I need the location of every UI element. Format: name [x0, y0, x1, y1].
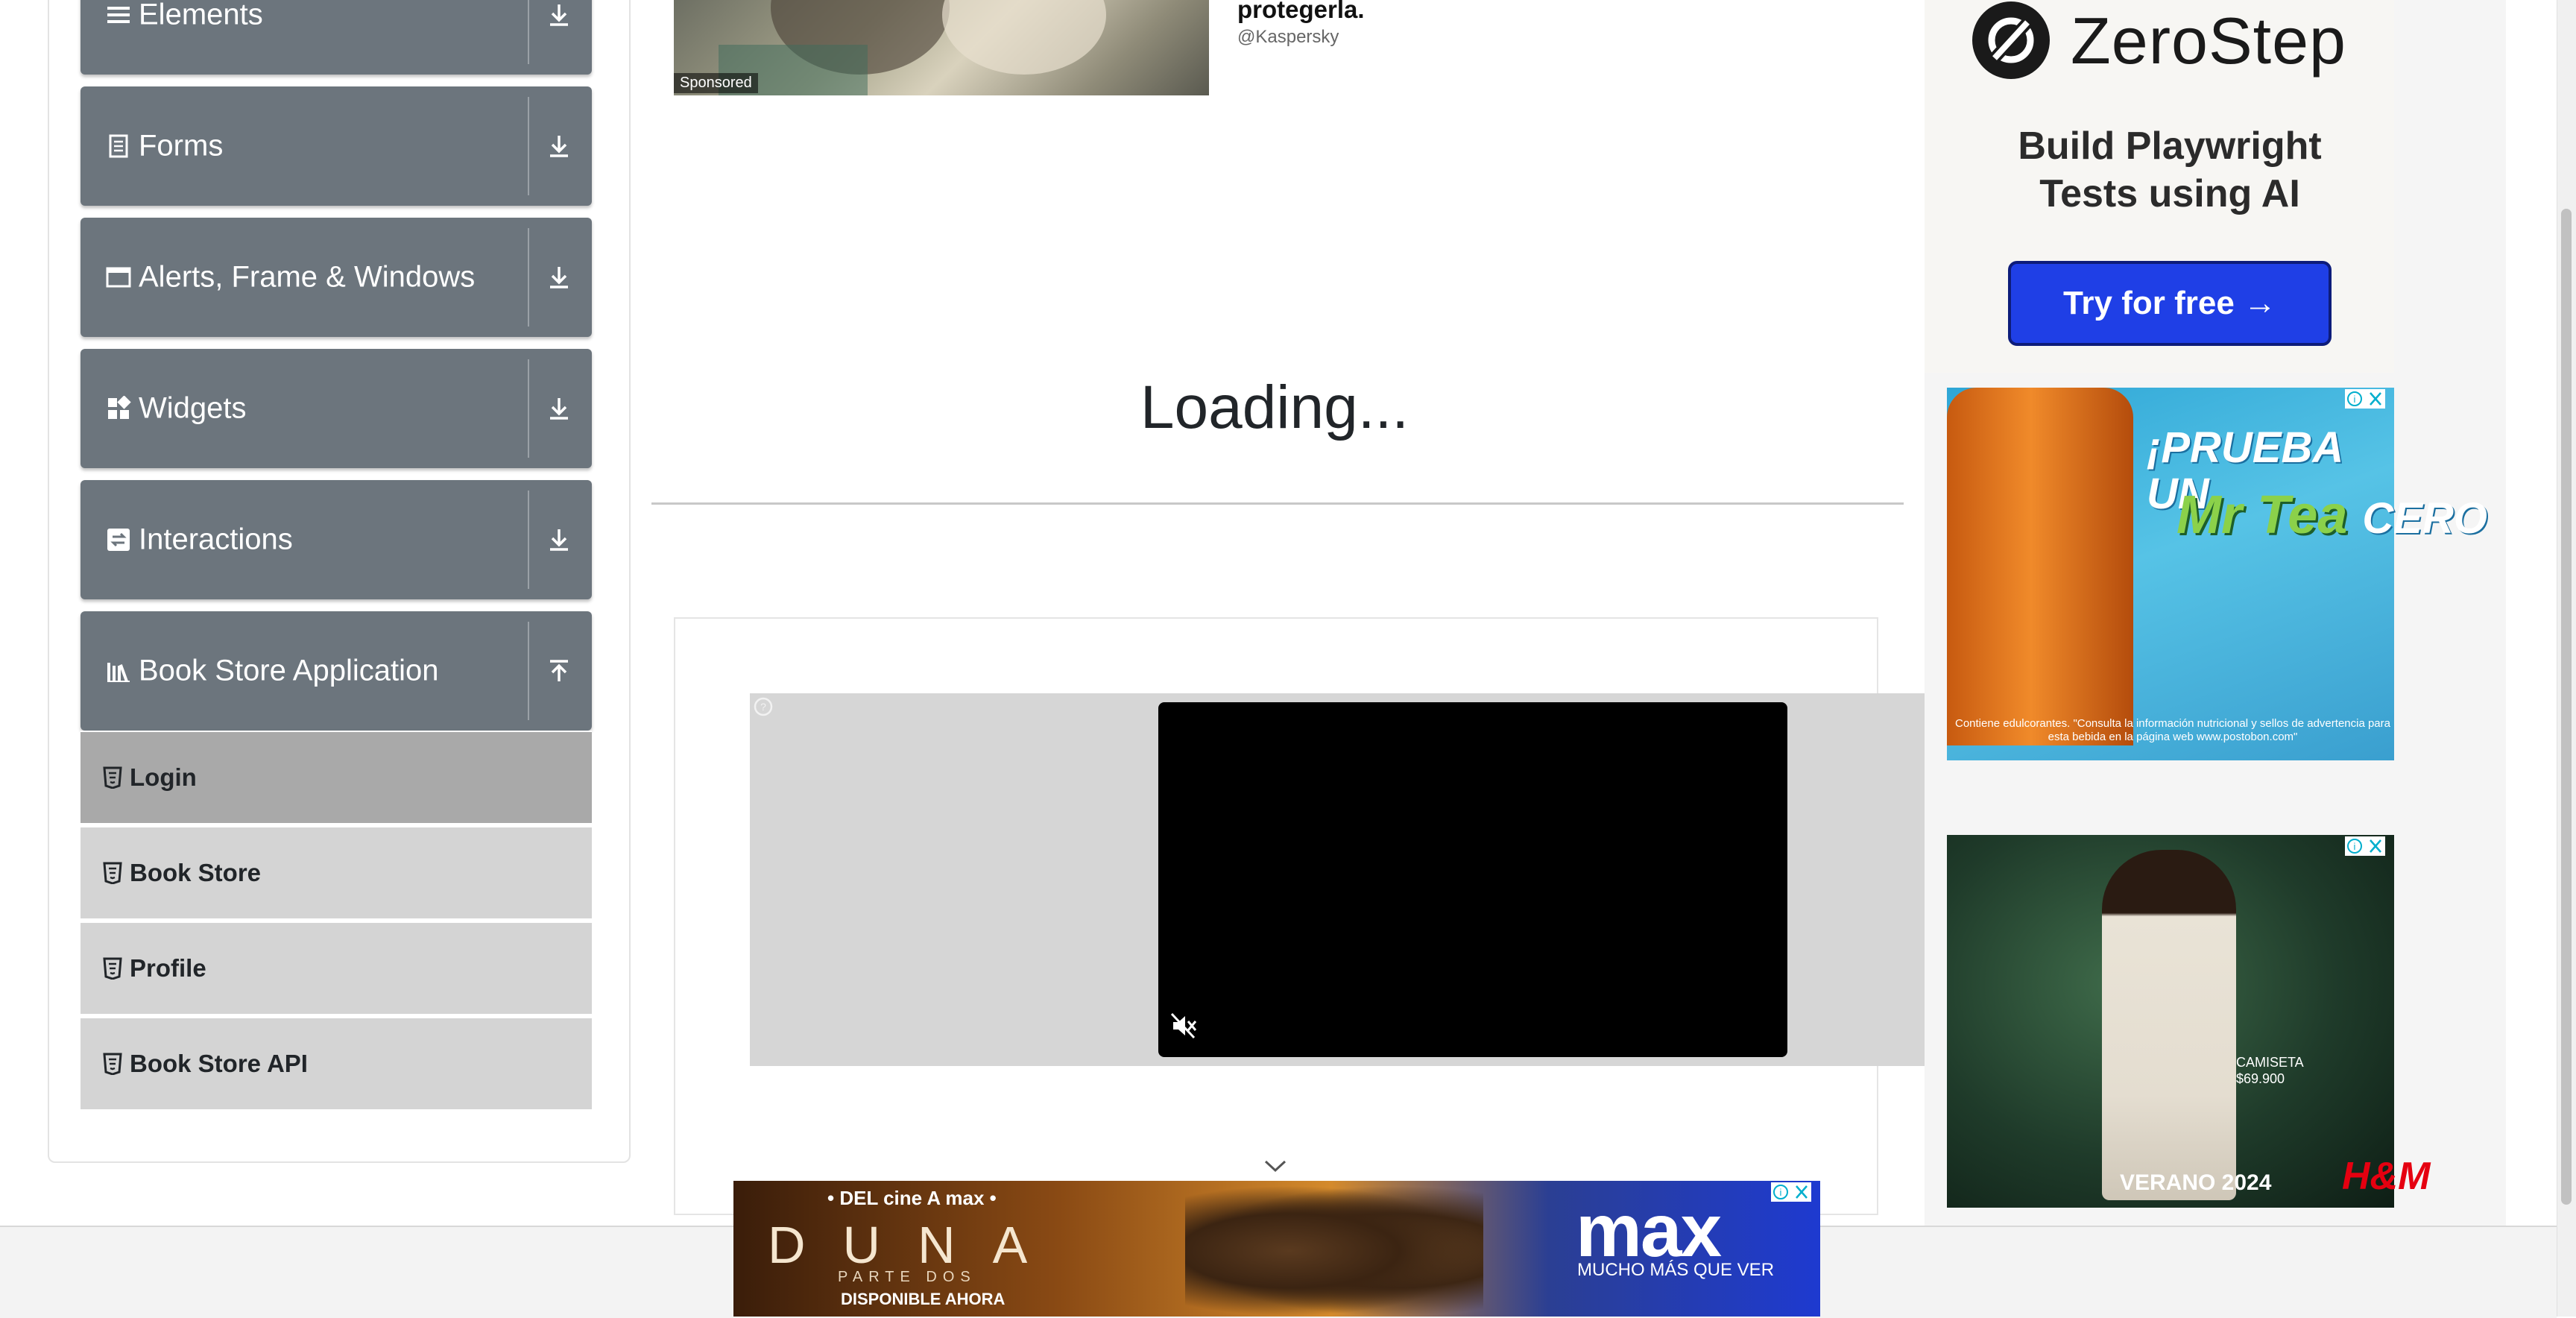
banner-top-text: • DEL cine A max •	[827, 1187, 997, 1209]
banner-subtitle: PARTE DOS	[838, 1269, 976, 1285]
sidebar-group-alerts[interactable]: Alerts, Frame & Windows	[80, 218, 592, 337]
svg-text:i: i	[1780, 1187, 1782, 1198]
books-icon	[107, 663, 130, 682]
sponsored-label: Sponsored	[674, 73, 758, 93]
sidebar-group-widgets[interactable]: Widgets	[80, 349, 592, 468]
sidebar-item-label: Book Store	[130, 859, 262, 886]
banner-brand-tagline: MUCHO MÁS QUE VER	[1577, 1260, 1775, 1280]
promo-handle[interactable]: @Kaspersky	[1237, 27, 1339, 48]
sidebar-item-label: Login	[130, 763, 197, 791]
upload-arrow-icon[interactable]	[544, 656, 574, 686]
sidebar-item-login[interactable]: Login	[80, 731, 592, 823]
svg-text:?: ?	[760, 701, 766, 713]
sidebar-group-label: Elements	[139, 0, 263, 31]
document-icon	[109, 134, 128, 158]
scrollbar-thumb[interactable]	[2561, 209, 2572, 1205]
zerostep-logo-icon	[1972, 1, 2050, 79]
sidebar-group-forms[interactable]: Forms	[80, 86, 592, 206]
window-icon	[106, 267, 131, 288]
divider	[528, 622, 529, 720]
tea-ad-disclaimer: Contiene edulcorantes. "Consulta la info…	[1955, 717, 2390, 743]
list-icon	[107, 7, 130, 23]
divider	[651, 502, 1904, 505]
sidebar-group-book-store-application[interactable]: Book Store Application	[80, 611, 592, 731]
interactions-icon	[107, 529, 130, 551]
html-icon	[103, 766, 122, 789]
hm-ad-product: CAMISETA	[2236, 1055, 2304, 1070]
model-image	[2102, 850, 2236, 1200]
html-icon	[103, 1053, 122, 1075]
sidebar-item-profile[interactable]: Profile	[80, 921, 592, 1014]
chevron-down-icon[interactable]	[1263, 1157, 1288, 1175]
tea-ad-brand: Mr Tea CERO	[2176, 485, 2487, 546]
tea-ad-suffix: CERO	[2362, 494, 2487, 543]
adchoices-icon[interactable]: i	[1771, 1182, 1811, 1202]
divider	[528, 359, 529, 458]
sidebar-item-book-store[interactable]: Book Store	[80, 826, 592, 918]
zerostep-brand: ZeroStep	[2071, 4, 2346, 78]
sidebar-item-label: Book Store API	[130, 1050, 308, 1077]
sidebar-group-label: Book Store Application	[139, 654, 439, 687]
sidebar-group-label: Widgets	[139, 391, 247, 425]
hm-ad-amount: $69.900	[2236, 1071, 2285, 1086]
svg-text:i: i	[2354, 841, 2356, 852]
divider	[528, 491, 529, 589]
sidebar-group-label: Interactions	[139, 523, 293, 556]
banner-title: DUNA	[768, 1216, 1065, 1274]
sidebar-item-book-store-api[interactable]: Book Store API	[80, 1017, 592, 1109]
svg-text:i: i	[2354, 394, 2356, 405]
bottle-image	[1947, 388, 2133, 745]
sidebar-group-label: Forms	[139, 129, 224, 163]
download-arrow-icon[interactable]	[544, 262, 574, 292]
hm-logo: H&M	[2342, 1155, 2431, 1198]
hm-ad-season: VERANO 2024	[2120, 1170, 2272, 1195]
adchoices-icon[interactable]: i	[2345, 836, 2385, 856]
tea-ad-brand-name: Mr Tea	[2176, 485, 2348, 545]
divider	[528, 228, 529, 327]
download-arrow-icon[interactable]	[544, 525, 574, 555]
sidebar-group-label: Alerts, Frame & Windows	[139, 260, 476, 294]
banner-availability: DISPONIBLE AHORA	[841, 1290, 1006, 1308]
download-arrow-icon[interactable]	[544, 394, 574, 423]
divider	[528, 0, 529, 64]
hm-ad-price: CAMISETA $69.900	[2236, 1054, 2304, 1087]
zerostep-tagline: Build Playwright Tests using AI	[2018, 124, 2322, 215]
download-arrow-icon[interactable]	[544, 131, 574, 161]
divider	[528, 97, 529, 195]
try-for-free-button[interactable]: Try for free →	[2008, 261, 2332, 346]
sidebar-group-interactions[interactable]: Interactions	[80, 480, 592, 599]
html-icon	[103, 862, 122, 884]
help-icon[interactable]: ?	[753, 696, 774, 717]
download-arrow-icon[interactable]	[544, 0, 574, 30]
adchoices-icon[interactable]: i	[2345, 389, 2385, 409]
sidebar-item-label: Profile	[130, 954, 206, 982]
promo-title[interactable]: protegerla.	[1237, 0, 1365, 24]
banner-people-image	[1185, 1185, 1483, 1317]
mute-icon[interactable]	[1169, 1011, 1199, 1041]
video-player[interactable]	[1158, 702, 1787, 1057]
widgets-icon	[108, 396, 131, 419]
sidebar-group-elements[interactable]: Elements	[80, 0, 592, 75]
loading-text: Loading...	[1140, 373, 1409, 441]
html-icon	[103, 957, 122, 980]
